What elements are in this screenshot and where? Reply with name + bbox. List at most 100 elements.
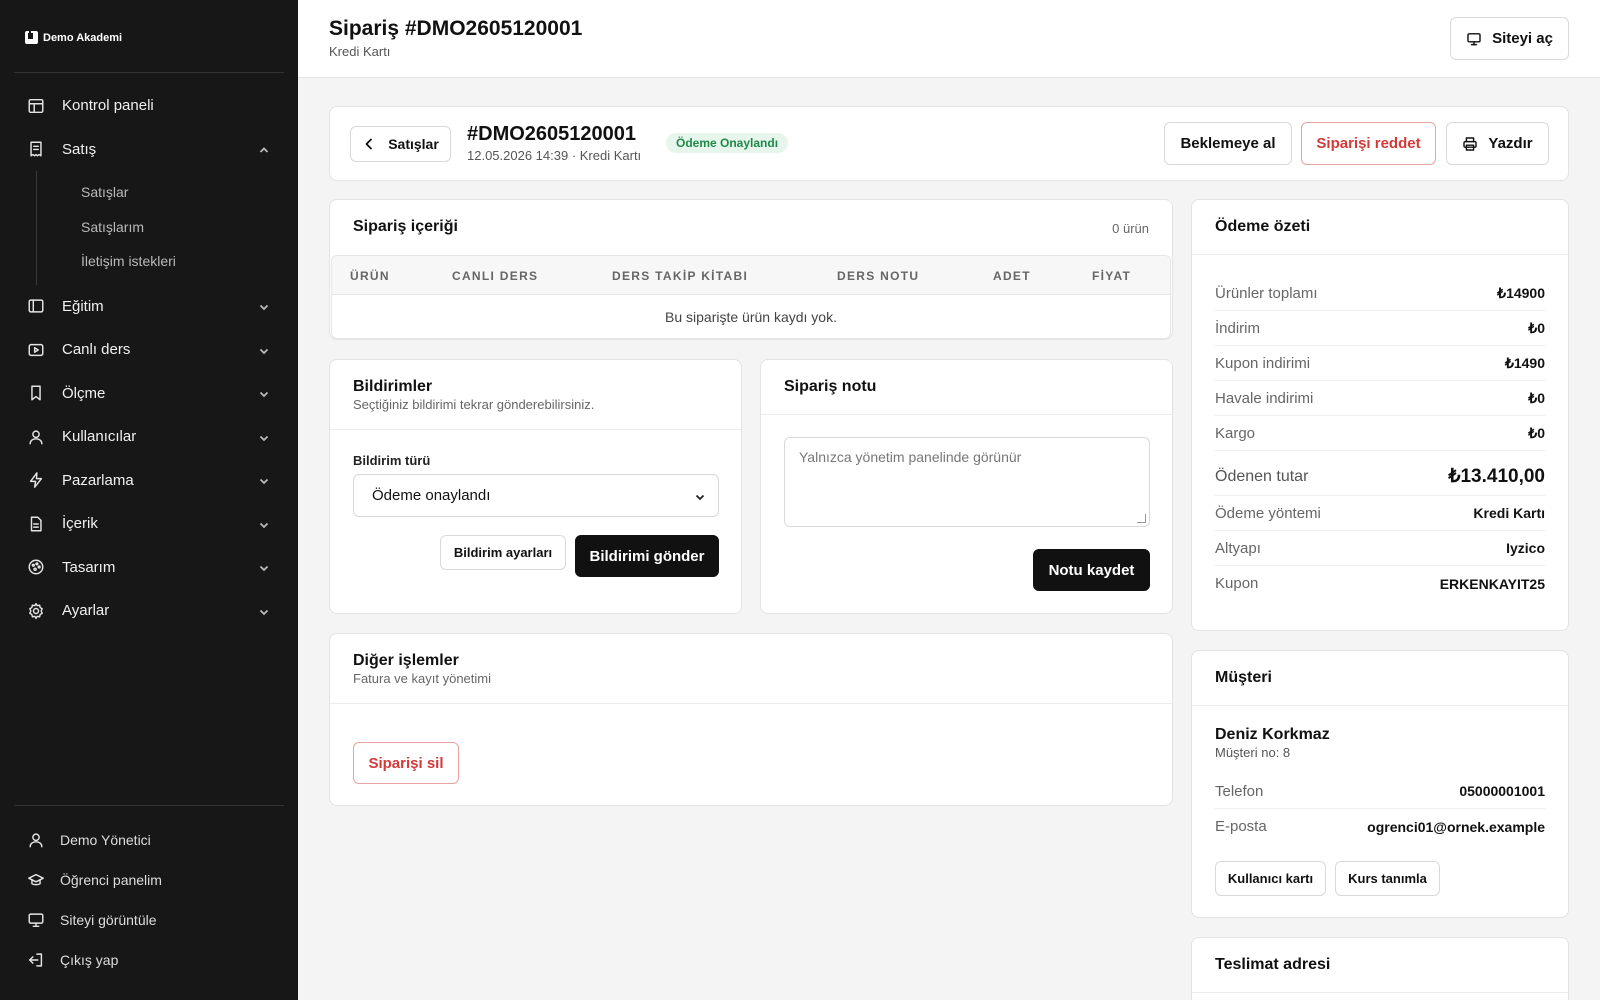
sidebar-item-sales[interactable]: Satış [14,128,284,172]
brand[interactable]: Demo Akademi [25,31,122,44]
assign-course-button[interactable]: Kurs tanımla [1335,861,1440,896]
card-divider [330,429,741,430]
customer-row: E-posta ogrenci01@ornek.example [1215,809,1545,844]
sidebar-item-assessment[interactable]: Ölçme [14,372,284,416]
sidebar-panel-icon [26,296,46,316]
sidebar-item-label: Ayarlar [62,602,110,620]
order-header-card: Satışlar #DMO2605120001 12.05.2026 14:39… [329,106,1569,181]
summary-key: Altyapı [1215,539,1261,557]
customer-key: E-posta [1215,818,1267,835]
print-label: Yazdır [1488,135,1533,152]
monitor-icon [1467,32,1481,45]
selected-notification-type: Ödeme onaylandı [372,487,491,504]
monitor-icon [26,910,46,930]
order-note-textarea[interactable]: Yalnızca yönetim panelinde görünür [784,437,1150,527]
resize-handle-icon[interactable] [1137,514,1146,523]
bookmark-icon [26,383,46,403]
sidebar-subitem-sales[interactable]: Satışlar [37,175,284,210]
notifications-subtitle: Seçtiğiniz bildirimi tekrar gönderebilir… [353,397,595,412]
sidebar: Demo Akademi Kontrol paneli Satış Satışl… [0,0,298,1000]
sidebar-subitem-my-sales[interactable]: Satışlarım [37,210,284,245]
sidebar-item-view-site[interactable]: Siteyi görüntüle [14,900,284,940]
sidebar-divider [14,72,284,73]
summary-row: Ürünler toplamı ₺14900 [1215,276,1545,311]
sidebar-item-label: Canlı ders [62,341,131,359]
order-items-card: Sipariş içeriği 0 ürün ÜRÜN CANLI DERS D… [329,199,1173,340]
chevron-down-icon [694,490,706,502]
hold-order-button[interactable]: Beklemeye al [1164,122,1292,165]
note-placeholder: Yalnızca yönetim panelinde görünür [799,449,1022,465]
graduation-cap-icon [26,870,46,890]
send-notification-button[interactable]: Bildirimi gönder [575,535,719,577]
column-header-price: FİYAT [1092,269,1132,283]
logout-icon [26,950,46,970]
open-site-label: Siteyi aç [1492,30,1553,47]
payment-summary-title: Ödeme özeti [1215,218,1311,235]
sidebar-item-marketing[interactable]: Pazarlama [14,459,284,503]
card-divider [1192,254,1568,255]
summary-value: ₺0 [1528,424,1545,441]
save-note-button[interactable]: Notu kaydet [1033,549,1150,591]
user-icon [26,427,46,447]
chevron-left-icon [365,138,373,150]
back-to-sales-button[interactable]: Satışlar [350,126,451,162]
table-header: ÜRÜN CANLI DERS DERS TAKİP KİTABI DERS N… [332,256,1170,295]
sidebar-item-label: Pazarlama [62,471,134,489]
chevron-down-icon [258,561,270,573]
order-meta: 12.05.2026 14:39 · Kredi Kartı [467,148,642,163]
summary-key: Kargo [1215,424,1256,442]
print-button[interactable]: Yazdır [1446,122,1549,165]
column-header-live-class: CANLI DERS [452,269,539,283]
sidebar-item-label: Kullanıcılar [62,428,137,446]
customer-key: Telefon [1215,782,1264,800]
reject-order-button[interactable]: Siparişi reddet [1301,122,1436,165]
sidebar-item-label: Demo Yönetici [60,832,151,848]
sidebar-item-logout[interactable]: Çıkış yap [14,940,284,980]
summary-key: İndirim [1215,319,1261,337]
order-note-card: Sipariş notu Yalnızca yönetim panelinde … [760,359,1173,614]
top-bar: Sipariş #DMO2605120001 Kredi Kartı Sitey… [298,0,1600,78]
sidebar-item-users[interactable]: Kullanıcılar [14,415,284,459]
chevron-down-icon [258,431,270,443]
sidebar-item-label: İçerik [62,515,98,533]
summary-key: Ödenen tutar [1215,467,1309,485]
delete-order-button[interactable]: Siparişi sil [353,742,459,784]
customer-title: Müşteri [1215,669,1272,686]
document-icon [26,514,46,534]
sidebar-item-label: Satış [62,140,97,158]
paid-amount-row: Ödenen tutar ₺13.410,00 [1215,458,1545,496]
column-header-product: ÜRÜN [350,269,390,283]
chevron-down-icon [258,387,270,399]
user-icon [26,830,46,850]
sidebar-divider [14,805,284,806]
chevron-down-icon [258,605,270,617]
notifications-card: Bildirimler Seçtiğiniz bildirimi tekrar … [329,359,742,614]
card-divider [1192,705,1568,706]
sidebar-nav: Kontrol paneli Satış Satışlar Satışlarım… [14,84,284,633]
customer-phone: 05000001001 [1459,783,1545,799]
sidebar-item-student-panel[interactable]: Öğrenci panelim [14,860,284,900]
summary-key: Ödeme yöntemi [1215,504,1321,522]
sidebar-item-profile[interactable]: Demo Yönetici [14,820,284,860]
sidebar-item-content[interactable]: İçerik [14,502,284,546]
chevron-down-icon [258,474,270,486]
sidebar-item-education[interactable]: Eğitim [14,285,284,329]
summary-row: Kupon indirimi ₺1490 [1215,346,1545,381]
sidebar-item-dashboard[interactable]: Kontrol paneli [14,84,284,128]
notification-type-select[interactable]: Ödeme onaylandı [353,474,719,517]
gear-icon [26,601,46,621]
user-card-button[interactable]: Kullanıcı kartı [1215,861,1326,896]
notification-settings-button[interactable]: Bildirim ayarları [440,535,566,570]
other-actions-card: Diğer işlemler Fatura ve kayıt yönetimi … [329,633,1173,806]
sidebar-subitem-contact-requests[interactable]: İletişim istekleri [37,244,284,279]
sidebar-item-design[interactable]: Tasarım [14,546,284,590]
summary-row: Kargo ₺0 [1215,416,1545,451]
open-site-button[interactable]: Siteyi aç [1450,17,1569,60]
sidebar-item-live-class[interactable]: Canlı ders [14,328,284,372]
items-table: ÜRÜN CANLI DERS DERS TAKİP KİTABI DERS N… [331,255,1171,339]
customer-number: Müşteri no: 8 [1215,745,1291,760]
card-divider [1192,992,1568,993]
sidebar-item-settings[interactable]: Ayarlar [14,589,284,633]
summary-row: Altyapı Iyzico [1215,531,1545,566]
summary-value: ₺0 [1528,389,1545,406]
